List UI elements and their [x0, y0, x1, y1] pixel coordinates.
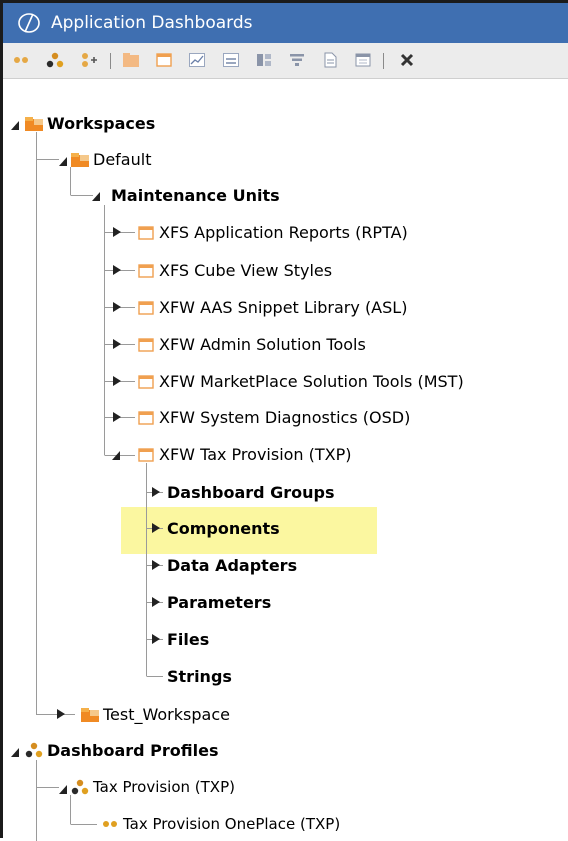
layout-icon[interactable]: [254, 50, 274, 70]
group-icon[interactable]: [45, 50, 65, 70]
tree-node-dashboard-groups[interactable]: Dashboard Groups: [167, 477, 335, 507]
workspace-icon[interactable]: [121, 50, 141, 70]
tree-label: XFW System Diagnostics (OSD): [159, 407, 411, 427]
tree-node-files[interactable]: Files: [167, 624, 209, 654]
tree-node-unit-admin-solution-tools[interactable]: XFW Admin Solution Tools: [137, 329, 366, 359]
file-icon[interactable]: [320, 50, 340, 70]
workspaces-folder-icon: [25, 114, 43, 132]
tree-node-test-workspace[interactable]: Test_Workspace: [81, 699, 230, 729]
tree-node-unit-asl[interactable]: XFW AAS Snippet Library (ASL): [137, 292, 407, 322]
collapsed-arrow-icon[interactable]: [151, 633, 161, 645]
tree-label: XFS Cube View Styles: [159, 260, 333, 280]
tree-node-maintenance-units[interactable]: Maintenance Units: [111, 180, 280, 210]
collapsed-arrow-icon[interactable]: [112, 411, 122, 423]
tree-label: Data Adapters: [167, 555, 298, 575]
maintenance-unit-icon: [137, 408, 155, 426]
tree-label: Default: [93, 149, 152, 169]
tree-node-unit-mst[interactable]: XFW MarketPlace Solution Tools (MST): [137, 366, 464, 396]
tree-label: XFW AAS Snippet Library (ASL): [159, 297, 408, 317]
maintenance-unit-icon: [137, 335, 155, 353]
tree-label: Tax Provision (TXP): [93, 778, 235, 796]
tree-label: XFW Admin Solution Tools: [159, 334, 366, 354]
expanded-arrow-icon[interactable]: [10, 746, 20, 758]
tree-label: XFW MarketPlace Solution Tools (MST): [159, 371, 464, 391]
expanded-arrow-icon[interactable]: [58, 155, 68, 167]
form-icon[interactable]: [221, 50, 241, 70]
collapsed-arrow-icon[interactable]: [151, 486, 161, 498]
tree-label: XFW Tax Provision (TXP): [159, 444, 352, 464]
collapsed-arrow-icon[interactable]: [56, 708, 66, 720]
collapsed-arrow-icon[interactable]: [112, 264, 122, 276]
tree-label: Tax Provision OnePlace (TXP): [123, 815, 341, 833]
tree-node-data-adapters[interactable]: Data Adapters: [167, 550, 297, 580]
tree-label: XFS Application Reports (RPTA): [159, 222, 408, 242]
calendar-icon[interactable]: [353, 50, 373, 70]
dots-icon[interactable]: [11, 50, 31, 70]
delete-icon[interactable]: [397, 50, 417, 70]
maintenance-unit-icon: [137, 223, 155, 241]
window-title: Application Dashboards: [51, 13, 253, 33]
tree-node-tax-provision[interactable]: Tax Provision (TXP): [71, 772, 235, 802]
workspace-folder-icon: [71, 150, 89, 168]
collapsed-arrow-icon[interactable]: [112, 301, 122, 313]
tree-label: Strings: [167, 666, 232, 686]
add-group-icon[interactable]: [79, 50, 99, 70]
onestream-logo-icon: [15, 10, 43, 36]
filter-icon[interactable]: [287, 50, 307, 70]
maintenance-unit-icon: [137, 298, 155, 316]
expanded-arrow-icon[interactable]: [111, 449, 121, 461]
dashboard-group-dots-icon: [101, 815, 119, 833]
collapsed-arrow-icon[interactable]: [151, 559, 161, 571]
workspace-folder-icon: [81, 705, 99, 723]
dashboard-profile-icon: [71, 778, 89, 796]
maintenance-unit-icon[interactable]: [154, 50, 174, 70]
tree-label: Workspaces: [47, 113, 156, 133]
collapsed-arrow-icon[interactable]: [151, 522, 161, 534]
tree-label: Components: [167, 518, 280, 538]
expanded-arrow-icon[interactable]: [91, 190, 101, 202]
maintenance-unit-icon: [137, 372, 155, 390]
tree-node-components[interactable]: Components: [167, 513, 280, 543]
tree-node-dashboard-profiles[interactable]: Dashboard Profiles: [25, 735, 218, 765]
title-bar: Application Dashboards: [3, 3, 568, 43]
collapsed-arrow-icon[interactable]: [112, 338, 122, 350]
tree-label: Dashboard Profiles: [47, 740, 219, 760]
tree-node-parameters[interactable]: Parameters: [167, 587, 271, 617]
collapsed-arrow-icon[interactable]: [112, 375, 122, 387]
maintenance-unit-icon: [137, 261, 155, 279]
tree-node-strings[interactable]: Strings: [167, 661, 232, 691]
tree-node-tax-provision-oneplace[interactable]: Tax Provision OnePlace (TXP): [101, 809, 340, 839]
tree-node-unit-rpta[interactable]: XFS Application Reports (RPTA): [137, 217, 408, 247]
tree-label: Files: [167, 629, 210, 649]
application-dashboards-panel: Application Dashboards Workspaces Defaul…: [0, 0, 568, 841]
tree-node-unit-txp-selected[interactable]: XFW Tax Provision (TXP): [137, 439, 352, 469]
tree-node-default[interactable]: Default: [71, 144, 151, 174]
tree-node-unit-osd[interactable]: XFW System Diagnostics (OSD): [137, 402, 410, 432]
tree-label: Maintenance Units: [111, 185, 280, 205]
maintenance-unit-icon: [137, 445, 155, 463]
collapsed-arrow-icon[interactable]: [112, 226, 122, 238]
collapsed-arrow-icon[interactable]: [151, 596, 161, 608]
tree-node-unit-cube-view-styles[interactable]: XFS Cube View Styles: [137, 255, 332, 285]
tree-view: Workspaces Default Maintenance Units XFS…: [3, 79, 568, 841]
tree-node-workspaces[interactable]: Workspaces: [25, 108, 155, 138]
tree-label: Test_Workspace: [103, 704, 230, 724]
expanded-arrow-icon[interactable]: [10, 119, 20, 131]
tree-label: Parameters: [167, 592, 272, 612]
tree-label: Dashboard Groups: [167, 482, 335, 502]
expanded-arrow-icon[interactable]: [58, 783, 68, 795]
toolbar: [3, 43, 568, 79]
chart-icon[interactable]: [187, 50, 207, 70]
dashboard-profiles-icon: [25, 741, 43, 759]
